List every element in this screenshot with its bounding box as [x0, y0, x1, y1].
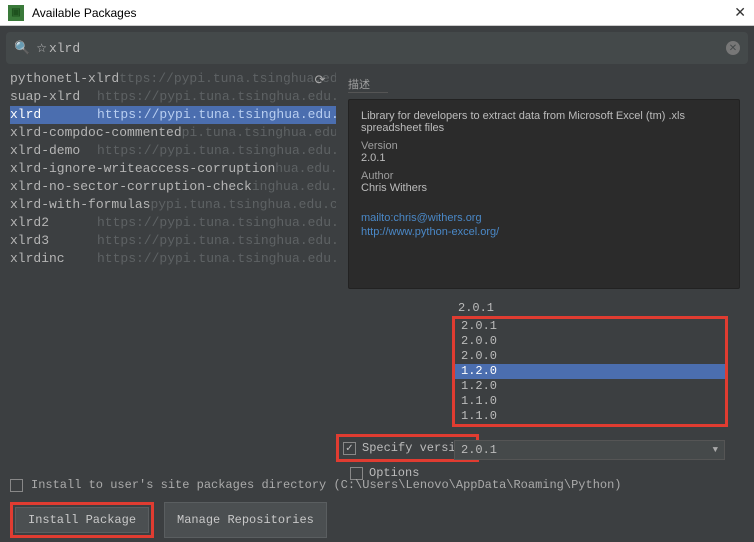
install-user-label: Install to user's site packages director…	[31, 478, 622, 492]
package-summary: Library for developers to extract data f…	[361, 110, 727, 134]
version-option[interactable]: 1.2.0	[455, 364, 725, 379]
package-row[interactable]: xlrd-compdoc-commentedpi.tuna.tsinghua.e…	[10, 124, 336, 142]
package-row[interactable]: xlrd3https://pypi.tuna.tsinghua.edu.cn/s…	[10, 232, 336, 250]
package-url: https://pypi.tuna.tsinghua.edu.cn/simple…	[97, 142, 336, 160]
package-url: ttps://pypi.tuna.tsinghua.edu.cn/simple/	[119, 70, 336, 88]
version-select-value: 2.0.1	[461, 443, 497, 457]
details-pane: 描述 Library for developers to extract dat…	[336, 68, 754, 480]
package-url: https://pypi.tuna.tsinghua.edu.cn/simple…	[97, 88, 336, 106]
titlebar: ▣ Available Packages ✕	[0, 0, 754, 26]
package-url: https://pypi.tuna.tsinghua.edu.cn/simple…	[97, 214, 336, 232]
package-list: ⟳ pythonetl-xlrdttps://pypi.tuna.tsinghu…	[0, 68, 336, 480]
version-option[interactable]: 1.2.0	[455, 379, 725, 394]
package-name: xlrd-ignore-writeaccess-corruption	[10, 160, 275, 178]
package-name: xlrd2	[10, 214, 97, 232]
package-version: 2.0.1	[361, 152, 727, 164]
package-name: xlrd	[10, 106, 97, 124]
package-name: xlrdinc	[10, 250, 97, 268]
search-prefix: ☆	[36, 41, 47, 55]
package-row[interactable]: xlrdinchttps://pypi.tuna.tsinghua.edu.cn…	[10, 250, 336, 268]
version-option[interactable]: 2.0.0	[455, 334, 725, 349]
package-url: pypi.tuna.tsinghua.edu.cn/simple/	[150, 196, 336, 214]
close-icon[interactable]: ✕	[734, 4, 746, 21]
version-select[interactable]: 2.0.1 ▼	[454, 440, 725, 460]
package-row[interactable]: xlrdhttps://pypi.tuna.tsinghua.edu.cn/si…	[10, 106, 336, 124]
package-name: xlrd-no-sector-corruption-check	[10, 178, 252, 196]
version-option[interactable]: 2.0.0	[455, 349, 725, 364]
package-name: suap-xlrd	[10, 88, 97, 106]
version-dropdown-overflow: 2.0.1	[452, 301, 728, 316]
clear-search-icon[interactable]: ✕	[726, 41, 740, 55]
package-row[interactable]: suap-xlrdhttps://pypi.tuna.tsinghua.edu.…	[10, 88, 336, 106]
version-option[interactable]: 2.0.1	[455, 319, 725, 334]
package-row[interactable]: xlrd-with-formulaspypi.tuna.tsinghua.edu…	[10, 196, 336, 214]
app-icon: ▣	[8, 5, 24, 21]
package-url: https://pypi.tuna.tsinghua.edu.cn/simple…	[97, 250, 336, 268]
footer: Install to user's site packages director…	[0, 478, 754, 542]
description-box: Library for developers to extract data f…	[348, 99, 740, 289]
search-icon: 🔍	[14, 40, 30, 56]
package-url: https://pypi.tuna.tsinghua.edu.cn/simple…	[97, 106, 336, 124]
package-row[interactable]: pythonetl-xlrdttps://pypi.tuna.tsinghua.…	[10, 70, 336, 88]
package-name: pythonetl-xlrd	[10, 70, 119, 88]
version-label: Version	[361, 140, 727, 152]
package-name: xlrd-demo	[10, 142, 97, 160]
package-row[interactable]: xlrd-demohttps://pypi.tuna.tsinghua.edu.…	[10, 142, 336, 160]
package-author: Chris Withers	[361, 182, 727, 194]
package-name: xlrd-with-formulas	[10, 196, 150, 214]
package-url: pi.tuna.tsinghua.edu.cn/simple/	[182, 124, 336, 142]
specify-version-checkbox[interactable]	[343, 442, 356, 455]
package-row[interactable]: xlrd-no-sector-corruption-checkinghua.ed…	[10, 178, 336, 196]
install-user-checkbox[interactable]	[10, 479, 23, 492]
description-header: 描述	[348, 76, 388, 93]
author-label: Author	[361, 170, 727, 182]
package-name: xlrd3	[10, 232, 97, 250]
package-url: hua.edu.cn/simple/	[275, 160, 336, 178]
refresh-icon[interactable]: ⟳	[310, 70, 330, 90]
version-option[interactable]: 2.0.1	[452, 301, 728, 316]
version-option[interactable]: 1.1.0	[455, 394, 725, 409]
install-user-row: Install to user's site packages director…	[10, 478, 744, 492]
chevron-down-icon: ▼	[713, 445, 718, 455]
search-row: 🔍 ☆ ✕	[6, 32, 748, 64]
package-url: https://pypi.tuna.tsinghua.edu.cn/simple…	[97, 232, 336, 250]
package-row[interactable]: xlrd2https://pypi.tuna.tsinghua.edu.cn/s…	[10, 214, 336, 232]
install-package-button[interactable]: Install Package	[15, 507, 149, 533]
package-row[interactable]: xlrd-ignore-writeaccess-corruptionhua.ed…	[10, 160, 336, 178]
package-name: xlrd-compdoc-commented	[10, 124, 182, 142]
package-url: inghua.edu.cn/simple/	[252, 178, 336, 196]
window-title: Available Packages	[32, 6, 734, 20]
package-link[interactable]: http://www.python-excel.org/	[361, 226, 727, 238]
search-input[interactable]	[49, 41, 726, 56]
version-option[interactable]: 1.1.0	[455, 409, 725, 424]
install-button-highlight: Install Package	[10, 502, 154, 538]
package-link[interactable]: mailto:chris@withers.org	[361, 212, 727, 224]
manage-repositories-button[interactable]: Manage Repositories	[164, 502, 327, 538]
version-dropdown-list[interactable]: 2.0.12.0.02.0.01.2.01.2.01.1.01.1.0	[452, 316, 728, 427]
